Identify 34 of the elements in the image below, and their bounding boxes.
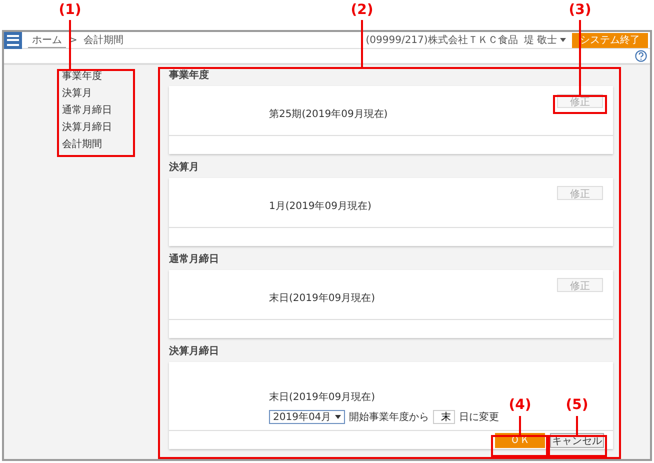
help-icon[interactable] [635, 50, 647, 62]
day-input[interactable]: 末 [433, 410, 456, 424]
user-menu[interactable]: 堤 敬士 [520, 33, 560, 47]
section-title: 通常月締日 [169, 252, 219, 267]
current-value: 末日(2019年09月現在) [269, 390, 375, 404]
breadcrumb-link[interactable]: ホーム [28, 32, 66, 48]
leader-line [69, 20, 71, 69]
leader-line [361, 20, 363, 67]
from-label: 開始事業年度から [349, 410, 430, 424]
dropdown-caret-icon [560, 38, 566, 42]
suffix-label: 日に変更 [459, 410, 500, 424]
menu-button[interactable] [4, 32, 22, 48]
nav-item[interactable]: 決算月締日 [62, 121, 133, 134]
section-title: 決算月締日 [169, 344, 219, 359]
company-name: (09999/217)株式会社ＴＫＣ食品 [364, 34, 519, 47]
callout-label: (3) [568, 2, 592, 18]
current-value: 1月(2019年09月現在) [269, 200, 372, 213]
section-title: 決算月 [169, 160, 199, 175]
current-value: 第25期(2019年09月現在) [269, 108, 388, 121]
month-select[interactable]: 2019年04月 [269, 410, 346, 424]
callout-label: (4) [508, 397, 532, 413]
callout-label: (2) [350, 2, 374, 18]
nav-item[interactable]: 通常月締日 [62, 104, 133, 117]
callout-label: (1) [58, 2, 82, 18]
callout-label: (5) [566, 397, 588, 413]
leader-line [519, 416, 521, 435]
nav-item[interactable]: 事業年度 [62, 70, 133, 83]
leader-line [576, 416, 578, 435]
breadcrumb-current: 会計期間 [82, 34, 124, 47]
nav-item[interactable]: 会計期間 [62, 138, 133, 151]
dropdown-caret-icon [335, 415, 342, 419]
nav-item[interactable]: 決算月 [62, 87, 133, 100]
section-title: 事業年度 [169, 68, 209, 83]
current-value: 末日(2019年09月現在) [269, 292, 375, 305]
